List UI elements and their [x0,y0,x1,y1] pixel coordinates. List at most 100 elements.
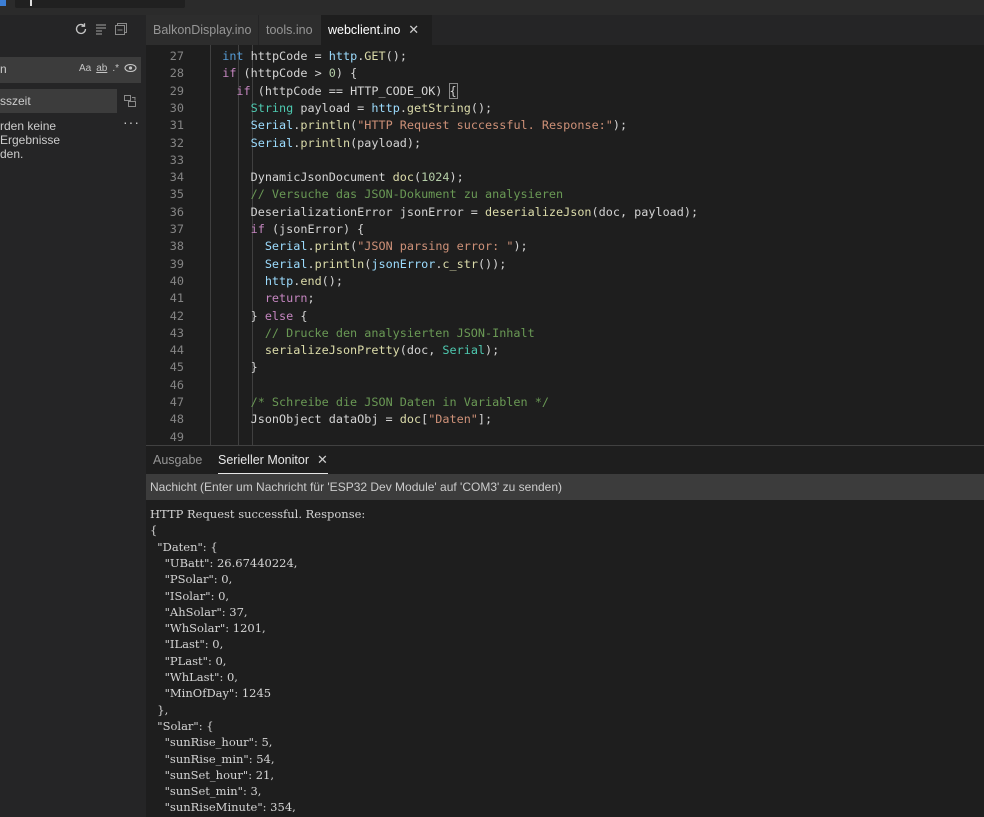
code-text: } [208,360,258,375]
app-accent [0,0,6,6]
serial-output-line: "sunSet_min": 3, [150,784,262,799]
tab-webclient[interactable]: webclient.ino ✕ [321,15,432,45]
line-number: 37 [169,222,184,236]
code-text: http.end(); [264,273,343,288]
serial-output-line: "PSolar": 0, [150,572,233,587]
line-number: 33 [169,152,184,167]
serial-output-line: "Daten": { [150,539,218,554]
code-editor[interactable]: 27 int httpCode = http.GET(); 28 if (htt… [146,45,984,445]
line-number: 30 [169,100,184,115]
code-line: 40 http.end(); [146,273,984,290]
code-line: 27 int httpCode = http.GET(); [146,48,984,65]
replace-input[interactable]: sszeit [0,89,117,113]
code-line: 33 [146,152,984,169]
serial-output-line: { [150,523,158,538]
line-number: 27 [169,49,184,63]
line-number: 44 [169,343,184,358]
serial-output-line: }, [150,702,169,717]
serial-output-line: "PLast": 0, [150,653,227,668]
code-line: 44 serializeJsonPretty(doc, Serial); [146,342,984,359]
serial-output-line: "Solar": { [150,718,214,733]
code-text: if (httpCode == HTTP_CODE_OK) { [236,82,458,99]
more-actions-icon[interactable]: ··· [123,114,140,130]
tab-label: BalkonDisplay.ino [153,23,252,37]
line-number: 49 [169,429,184,444]
search-value: n [0,62,7,76]
serial-output-line: "UBatt": 26.67440224, [150,555,298,570]
code-text: Serial.println(payload); [250,135,422,150]
tab-serial-monitor[interactable]: Serieller Monitor ✕ [218,446,328,474]
code-line: 49 [146,429,984,445]
serial-output-line: "WhSolar": 1201, [150,621,266,636]
code-line: 48 JsonObject dataObj = doc["Daten"]; [146,411,984,428]
code-line: 29 if (httpCode == HTTP_CODE_OK) { [146,82,984,100]
line-number: 35 [169,187,184,202]
search-options: Aa ab .* [79,63,137,76]
line-number: 46 [169,377,184,392]
line-number: 42 [169,308,184,323]
close-icon[interactable]: ✕ [408,22,419,37]
match-case-icon[interactable]: Aa [79,63,91,76]
code-text: if (httpCode > 0) { [222,66,358,81]
tab-output[interactable]: Ausgabe [153,446,202,474]
serial-output-line: HTTP Request successful. Response: [150,507,366,521]
line-number: 45 [169,360,184,375]
regex-icon[interactable]: .* [112,63,119,76]
code-line: 45 } [146,359,984,376]
code-text: } else { [208,308,308,323]
replace-all-icon[interactable] [123,94,137,108]
tab-label: tools.ino [266,23,313,37]
serial-output-line: "sunRise_hour": 5, [150,735,273,750]
window-tab[interactable] [15,0,185,8]
serial-output-line: "MinOfDay": 1245 [150,686,272,701]
tab-label: Serieller Monitor [218,453,310,467]
match-whole-word-icon[interactable]: ab [96,63,107,76]
code-line: 32 Serial.println(payload); [146,135,984,152]
serial-message-input[interactable] [146,474,974,500]
serial-output-line: "WhLast": 0, [150,670,238,684]
line-number: 31 [169,118,184,133]
clear-results-icon[interactable] [94,22,108,36]
serial-output-line: "ILast": 0, [150,637,224,652]
code-text: JsonObject dataObj = doc["Daten"]; [208,412,493,427]
code-text: DynamicJsonDocument doc(1024); [208,170,464,185]
serial-message-field[interactable] [146,474,984,500]
serial-output[interactable]: HTTP Request successful. Response: { "Dat… [146,500,984,817]
code-text: DeserializationError jsonError = deseria… [208,204,699,219]
code-text: return; [264,291,315,306]
search-sidebar: n Aa ab .* sszeit ··· rden keine Ergebni… [0,15,146,817]
refresh-icon[interactable] [74,22,88,36]
code-text: Serial.print("JSON parsing error: "); [264,239,528,254]
collapse-all-icon[interactable] [114,22,128,36]
line-number: 48 [169,412,184,427]
line-number: 29 [169,83,184,98]
code-text: int httpCode = http.GET(); [222,49,407,63]
line-number: 36 [169,204,184,219]
line-number: 47 [169,395,184,409]
code-line: 38 Serial.print("JSON parsing error: "); [146,238,984,255]
serial-output-line: "sunSet_hour": 21, [150,767,275,782]
code-text: Serial.println(jsonError.c_str()); [264,256,507,271]
code-line: 39 Serial.println(jsonError.c_str()); [146,256,984,273]
window-top-strip [0,0,984,15]
line-number: 32 [169,135,184,150]
code-line: 30 String payload = http.getString(); [146,100,984,117]
search-input[interactable]: n Aa ab .* [0,57,141,83]
pin-icon [30,0,32,6]
tab-balkondisplay[interactable]: BalkonDisplay.ino [146,15,258,45]
code-line: 42 } else { [146,308,984,325]
code-text: // Versuche das JSON-Dokument zu analysi… [250,187,564,202]
sidebar-actions [74,22,128,36]
code-text: // Drucke den analysierten JSON-Inhalt [264,325,535,340]
no-results-message: rden keine Ergebnisse den. [0,119,61,161]
line-number: 38 [169,239,184,254]
code-text: String payload = http.getString(); [250,100,493,115]
code-line: 46 [146,377,984,394]
line-number: 43 [169,325,184,340]
close-icon[interactable]: ✕ [317,452,328,467]
code-text: serializeJsonPretty(doc, Serial); [264,343,500,358]
line-number: 40 [169,273,184,288]
code-line: 47 /* Schreibe die JSON Daten in Variabl… [146,394,984,411]
preserve-case-icon[interactable] [124,63,137,76]
line-number: 34 [169,170,184,185]
